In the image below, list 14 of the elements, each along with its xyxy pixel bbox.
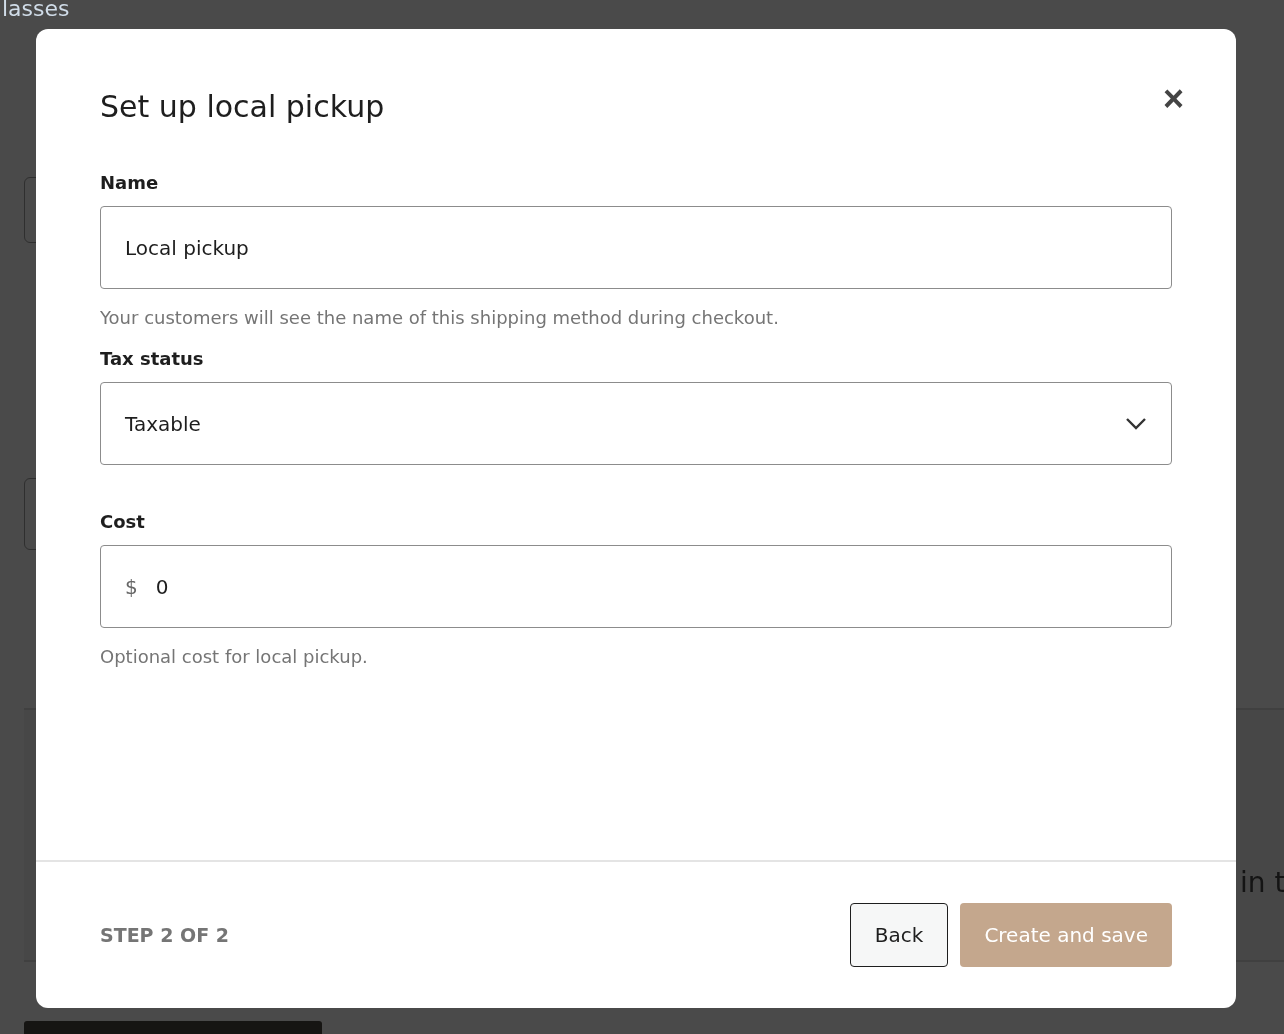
help-text: Your customers will see the name of this shipping method during checkout. — [100, 307, 780, 328]
field-label: Tax status — [100, 348, 205, 369]
select-field[interactable]: Taxable — [100, 382, 1172, 465]
close-button[interactable]: × — [1162, 81, 1184, 117]
input-field[interactable]: $ 0 — [100, 545, 1172, 628]
step-indicator: STEP 2 OF 2 — [100, 924, 229, 946]
field-label: Name — [100, 172, 160, 193]
dialog-title: Set up local pickup — [100, 89, 385, 124]
chevron-down-icon — [1125, 417, 1147, 430]
page-heading: lasses — [2, 0, 70, 21]
field-label: Cost — [100, 511, 146, 532]
input-field[interactable]: Local pickup — [100, 206, 1172, 289]
secondary-button[interactable]: Back — [849, 903, 949, 967]
help-text: Optional cost for local pickup. — [100, 646, 369, 667]
